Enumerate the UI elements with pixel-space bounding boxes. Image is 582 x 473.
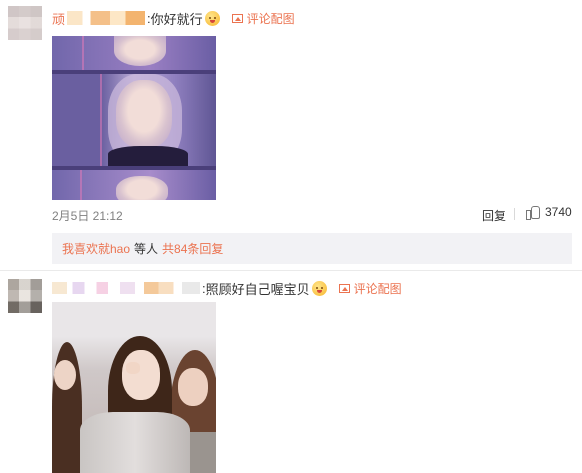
- username-redacted: [67, 11, 146, 25]
- thumbs-up-icon: [526, 205, 540, 220]
- comment-text: 你好就行: [150, 11, 203, 27]
- picture-icon: [338, 283, 350, 293]
- avatar[interactable]: [8, 6, 42, 40]
- sub-reply-user[interactable]: 我喜欢就hao: [62, 240, 130, 257]
- image-collar: [108, 146, 188, 166]
- comment-image-link[interactable]: 评论配图: [231, 10, 295, 27]
- image-face: [122, 350, 160, 400]
- sub-replies-summary: 我喜欢就hao 等人 共84条回复: [52, 233, 572, 264]
- comment-divider: [0, 270, 582, 271]
- comment-meta: 2月5日 21:12 回复 3740: [52, 205, 574, 223]
- avatar[interactable]: [8, 279, 42, 313]
- comment-date: 2月5日 21:12: [52, 209, 123, 223]
- image-face: [178, 368, 208, 406]
- image-face: [114, 36, 166, 66]
- sub-reply-mid: 等人: [134, 242, 159, 256]
- comment-image[interactable]: [52, 302, 216, 473]
- image-face: [116, 176, 168, 200]
- image-stripe: [82, 36, 84, 70]
- username-redacted[interactable]: [52, 282, 200, 294]
- comment-image-link[interactable]: 评论配图: [338, 280, 402, 297]
- comment-header: : 照顾好自己喔宝贝 评论配图: [52, 278, 402, 298]
- comment-text: 照顾好自己喔宝贝: [205, 281, 310, 297]
- meta-divider: [514, 208, 515, 220]
- comment-header: 顽 : 你好就行 评论配图: [52, 8, 295, 28]
- like-button[interactable]: 3740: [526, 205, 572, 220]
- username[interactable]: 顽: [52, 9, 65, 28]
- image-face: [116, 80, 172, 148]
- comment-image-label: 评论配图: [353, 281, 402, 296]
- emoji-icon: [204, 10, 220, 26]
- picture-icon: [231, 13, 243, 23]
- comment-image[interactable]: [52, 36, 216, 200]
- like-count: 3740: [545, 205, 572, 219]
- image-stripe: [100, 74, 102, 166]
- emoji-icon: [311, 280, 327, 296]
- image-face: [54, 360, 76, 390]
- reply-button[interactable]: 回复: [482, 207, 506, 224]
- image-stripe: [80, 170, 82, 200]
- image-hand: [126, 362, 140, 374]
- sub-replies-total-link[interactable]: 共84条回复: [162, 240, 223, 257]
- image-coat: [80, 412, 190, 473]
- comment-image-label: 评论配图: [246, 11, 295, 26]
